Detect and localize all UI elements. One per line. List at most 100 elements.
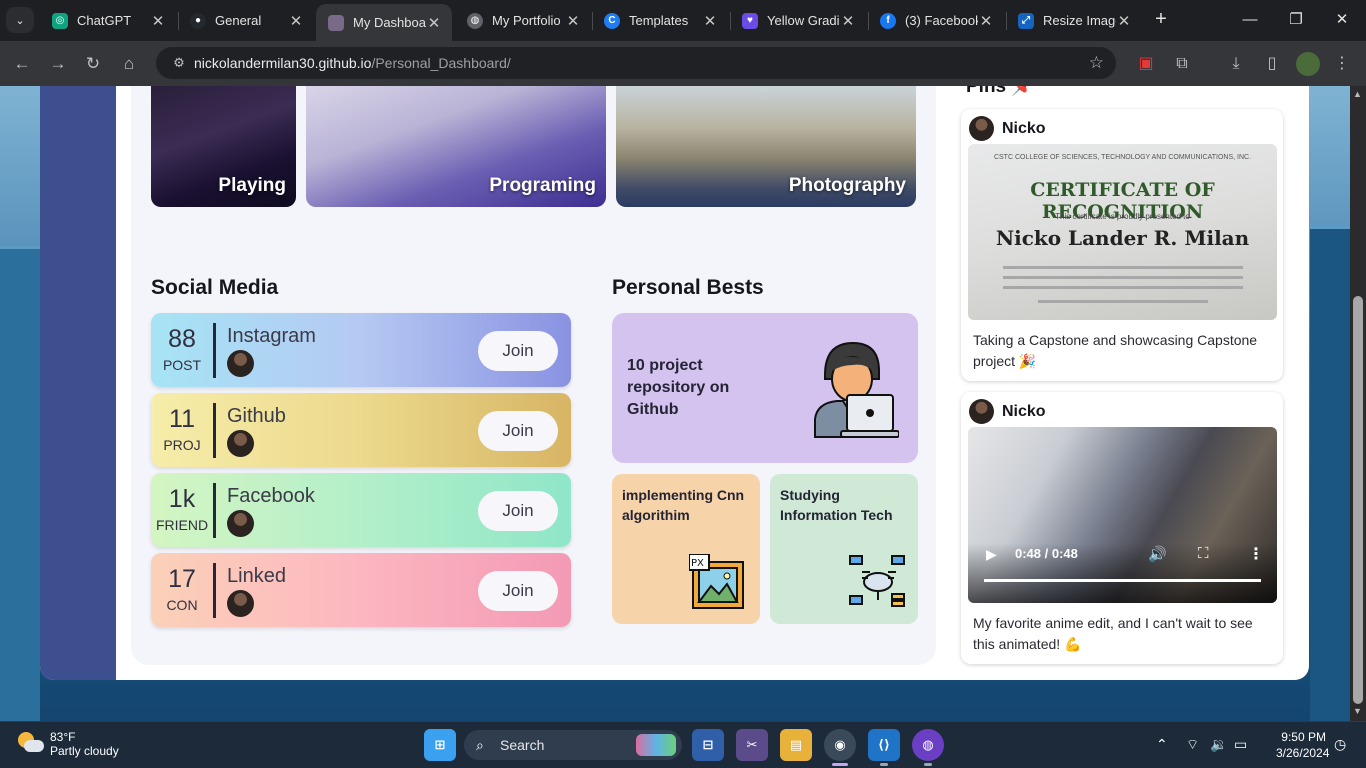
search-highlight-art bbox=[636, 734, 676, 756]
play-icon[interactable]: ▶ bbox=[986, 546, 997, 563]
close-icon[interactable]: ✕ bbox=[288, 12, 304, 30]
battery-icon[interactable]: ▭ bbox=[1234, 736, 1247, 753]
reload-button[interactable]: ↻ bbox=[80, 51, 106, 77]
menu-icon[interactable]: ⋮ bbox=[1330, 52, 1354, 76]
bookmark-star-icon[interactable]: ☆ bbox=[1089, 53, 1104, 73]
pdf-extension-icon[interactable]: ▣ bbox=[1134, 52, 1158, 76]
address-bar[interactable]: ⚙ nickolandermilan30.github.io/Personal_… bbox=[156, 47, 1116, 79]
microsoft-store-icon[interactable]: ⊟ bbox=[692, 729, 724, 761]
page-viewport: Playing Programing Photography Social Me… bbox=[0, 86, 1350, 721]
connection-count: 17 bbox=[168, 565, 196, 593]
close-icon[interactable]: ✕ bbox=[426, 14, 442, 32]
text-line bbox=[1003, 266, 1243, 269]
minimize-button[interactable]: — bbox=[1238, 8, 1262, 32]
active-app-indicator bbox=[832, 763, 848, 766]
pin-caption: My favorite anime edit, and I can't wait… bbox=[973, 615, 1253, 652]
count-unit: CON bbox=[166, 597, 198, 613]
windows-start-icon[interactable]: ⊞ bbox=[424, 729, 456, 761]
hobby-card-photography[interactable]: Photography bbox=[616, 86, 916, 207]
site-info-icon[interactable]: ⚙ bbox=[164, 55, 194, 71]
profile-avatar[interactable] bbox=[1296, 52, 1320, 76]
hobby-label: Programing bbox=[489, 175, 596, 196]
restore-button[interactable]: ❐ bbox=[1284, 8, 1308, 32]
clock-time: 9:50 PM bbox=[1281, 730, 1326, 744]
page-scrollbar[interactable]: ▲ ▼ bbox=[1350, 86, 1366, 721]
avatar bbox=[969, 116, 994, 141]
video-progress-bar[interactable] bbox=[984, 579, 1261, 582]
scroll-thumb[interactable] bbox=[1353, 296, 1363, 704]
new-tab-button[interactable]: + bbox=[1150, 8, 1172, 30]
tab-general[interactable]: ● General ✕ bbox=[178, 4, 314, 37]
social-card-linkedin: 17 CON Linked Join bbox=[151, 553, 571, 627]
join-facebook-button[interactable]: Join bbox=[478, 491, 558, 531]
social-name: Facebook bbox=[227, 485, 315, 507]
chevron-up-icon[interactable]: ⌃ bbox=[1156, 736, 1168, 753]
hobby-card-programming[interactable]: Programing bbox=[306, 86, 606, 207]
pin-user: Nicko bbox=[969, 399, 1046, 424]
home-button[interactable]: ⌂ bbox=[116, 51, 142, 77]
tab-my-portfolio[interactable]: ◍ My Portfolio ✕ bbox=[455, 4, 591, 37]
chrome-icon[interactable]: ◉ bbox=[824, 729, 856, 761]
join-linkedin-button[interactable]: Join bbox=[478, 571, 558, 611]
anime-avatar-icon bbox=[328, 14, 344, 31]
count-unit: POST bbox=[162, 357, 202, 373]
social-name: Github bbox=[227, 405, 286, 427]
username: Nicko bbox=[1002, 119, 1046, 137]
tab-resize-image[interactable]: ⤢ Resize Image ✕ bbox=[1006, 4, 1142, 37]
close-icon[interactable]: ✕ bbox=[840, 12, 856, 30]
cloud-network-icon bbox=[849, 555, 905, 607]
weather-widget[interactable]: 83°F Partly cloudy bbox=[16, 730, 119, 758]
friend-count: 1k bbox=[168, 485, 196, 513]
search-icon: ⌕ bbox=[476, 736, 484, 753]
github-desktop-icon[interactable]: ◍ bbox=[912, 729, 944, 761]
best-card-info-tech: Studying Information Tech bbox=[770, 474, 918, 624]
certificate-image: CSTC COLLEGE OF SCIENCES, TECHNOLOGY AND… bbox=[968, 144, 1277, 320]
app-indicator bbox=[924, 763, 932, 766]
forward-button[interactable]: → bbox=[45, 51, 71, 77]
taskbar-clock[interactable]: 9:50 PM 3/26/2024 bbox=[1276, 729, 1329, 761]
scroll-down-icon[interactable]: ▼ bbox=[1353, 706, 1362, 716]
vscode-icon[interactable]: ⟨⟩ bbox=[868, 729, 900, 761]
snipping-tool-icon[interactable]: ✂ bbox=[736, 729, 768, 761]
scroll-up-icon[interactable]: ▲ bbox=[1353, 89, 1362, 99]
close-window-button[interactable]: ✕ bbox=[1330, 8, 1354, 32]
avatar bbox=[227, 350, 254, 377]
download-icon[interactable]: ⤓ bbox=[1224, 52, 1248, 76]
close-icon[interactable]: ✕ bbox=[702, 12, 718, 30]
volume-icon[interactable]: 🔊 bbox=[1148, 545, 1167, 563]
hobby-card-playing[interactable]: Playing bbox=[151, 86, 296, 207]
fullscreen-icon[interactable]: ⛶ bbox=[1198, 545, 1209, 562]
tab-my-dashboard[interactable]: My Dashboa ✕ bbox=[316, 4, 452, 41]
canva-icon: C bbox=[604, 12, 620, 29]
wifi-icon[interactable]: ⌔ bbox=[1186, 736, 1199, 754]
tab-facebook[interactable]: f (3) Facebook ✕ bbox=[868, 4, 1004, 37]
divider bbox=[213, 403, 216, 458]
volume-icon[interactable]: 🔉 bbox=[1210, 736, 1227, 753]
browser-toolbar: ← → ↻ ⌂ ⚙ nickolandermilan30.github.io/P… bbox=[0, 41, 1366, 86]
certificate-name: Nicko Lander R. Milan bbox=[995, 226, 1250, 250]
side-panel-icon[interactable]: ▯ bbox=[1260, 52, 1284, 76]
close-icon[interactable]: ✕ bbox=[565, 12, 581, 30]
notifications-icon[interactable]: ◷ bbox=[1334, 736, 1346, 753]
pin-caption: Taking a Capstone and showcasing Capston… bbox=[973, 332, 1258, 369]
tab-search-button[interactable]: ⌄ bbox=[6, 7, 34, 33]
back-button[interactable]: ← bbox=[9, 51, 35, 77]
extensions-icon[interactable]: ⧉ bbox=[1170, 52, 1194, 76]
social-card-github: 11 PROJ Github Join bbox=[151, 393, 571, 467]
anime-video-player[interactable]: ▶ 0:48 / 0:48 🔊 ⛶ ⋮ bbox=[968, 427, 1277, 603]
join-instagram-button[interactable]: Join bbox=[478, 331, 558, 371]
hobby-label: Playing bbox=[218, 175, 286, 196]
tab-yellow-gradient[interactable]: ♥ Yellow Gradi ✕ bbox=[730, 4, 866, 37]
close-icon[interactable]: ✕ bbox=[1116, 12, 1132, 30]
facebook-icon: f bbox=[880, 12, 896, 29]
more-options-icon[interactable]: ⋮ bbox=[1248, 544, 1264, 564]
close-icon[interactable]: ✕ bbox=[150, 12, 166, 30]
join-github-button[interactable]: Join bbox=[478, 411, 558, 451]
taskbar-search[interactable]: ⌕ Search bbox=[464, 730, 682, 760]
tab-title: Resize Image bbox=[1043, 13, 1116, 28]
close-icon[interactable]: ✕ bbox=[978, 12, 994, 30]
file-explorer-icon[interactable]: ▤ bbox=[780, 729, 812, 761]
pins-title: Pins 📌 bbox=[966, 86, 1036, 97]
tab-chatgpt[interactable]: ◎ ChatGPT ✕ bbox=[40, 4, 176, 37]
tab-templates[interactable]: C Templates ✕ bbox=[592, 4, 728, 37]
